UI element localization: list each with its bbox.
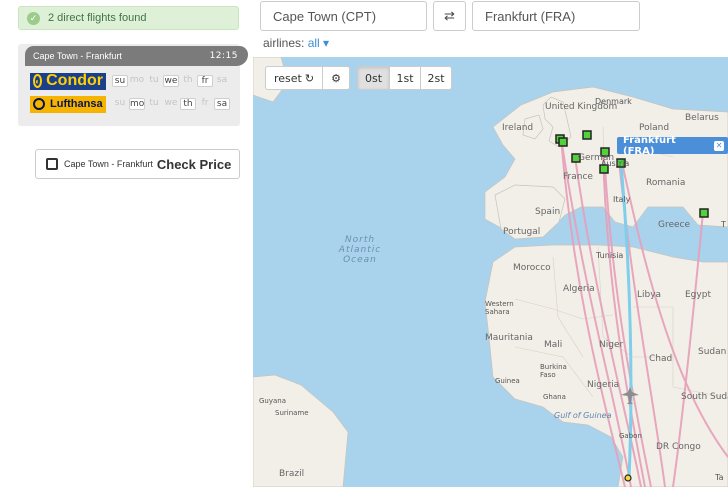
label-gulf-of-guinea: Gulf of Guinea bbox=[554, 411, 612, 420]
stops-2-button[interactable]: 2st bbox=[420, 66, 452, 90]
day-we: we bbox=[164, 98, 178, 108]
label-burkina-faso: Burkina Faso bbox=[540, 363, 567, 379]
label-egypt: Egypt bbox=[685, 290, 711, 300]
airlines-value: all bbox=[307, 36, 320, 50]
route-time: 12:15 bbox=[209, 51, 238, 61]
app-root: ✓ 2 direct flights found Cape Town - Fra… bbox=[0, 0, 728, 487]
destination-value: Frankfurt (FRA) bbox=[485, 8, 576, 24]
day-sa: sa bbox=[214, 98, 230, 110]
label-mauritania: Mauritania bbox=[485, 333, 533, 343]
airline-row-lufthansa: Lufthansa su mo tu we th fr sa bbox=[30, 95, 231, 113]
condor-days: su mo tu we th fr sa bbox=[112, 75, 231, 87]
label-dr-congo: DR Congo bbox=[656, 442, 701, 452]
label-poland: Poland bbox=[639, 123, 670, 133]
airlines-dropdown[interactable]: all ▾ bbox=[308, 36, 329, 50]
stops-2-label: 2st bbox=[427, 71, 445, 85]
route-title: Cape Town - Frankfurt bbox=[33, 51, 122, 61]
day-fr: fr bbox=[197, 75, 213, 87]
label-south-sudan: South Sudan bbox=[681, 392, 728, 402]
label-nigeria: Nigeria bbox=[587, 380, 620, 390]
airlines-filter: airlines: all ▾ bbox=[263, 36, 329, 50]
reset-label: reset bbox=[273, 71, 302, 85]
label-t-edge: T bbox=[721, 220, 726, 229]
destination-field[interactable]: Frankfurt (FRA) bbox=[472, 1, 640, 31]
label-north-atlantic-ocean: North Atlantic Ocean bbox=[338, 235, 382, 265]
airline-row-condor: ◐ Condor su mo tu we th fr sa bbox=[30, 72, 231, 90]
check-price-label: Check Price bbox=[156, 156, 232, 172]
flights-found-text: 2 direct flights found bbox=[48, 12, 147, 24]
label-niger: Niger bbox=[599, 340, 624, 350]
condor-mark-icon: ◐ bbox=[33, 74, 43, 88]
check-price-button[interactable]: Cape Town - Frankfurt Check Price bbox=[35, 149, 240, 179]
stops-0-label: 0st bbox=[364, 71, 383, 85]
label-austria: Austria bbox=[601, 159, 630, 168]
day-tu: tu bbox=[149, 98, 159, 108]
label-gabon: Gabon bbox=[619, 432, 642, 440]
day-sa: sa bbox=[216, 75, 228, 85]
check-price-route: Cape Town - Frankfurt bbox=[64, 159, 153, 169]
map-controls: reset ↻ ⚙ 0st 1st 2st bbox=[265, 66, 452, 90]
swap-button[interactable]: ⇄ bbox=[433, 1, 466, 31]
label-suriname: Suriname bbox=[275, 409, 309, 417]
airport-tooltip[interactable]: Frankfurt (FRA) ✕ bbox=[617, 134, 728, 157]
label-spain: Spain bbox=[535, 207, 561, 217]
tooltip-label: Frankfurt (FRA) bbox=[623, 134, 676, 157]
label-italy: Italy bbox=[613, 195, 631, 204]
day-tu: tu bbox=[149, 75, 159, 85]
map-canvas bbox=[253, 57, 728, 487]
airlines-label: airlines: bbox=[263, 36, 305, 50]
origin-field[interactable]: Cape Town (CPT) bbox=[260, 1, 427, 31]
label-france: France bbox=[563, 172, 593, 182]
lufthansa-logo: Lufthansa bbox=[30, 95, 106, 113]
label-western-sahara: Western Sahara bbox=[485, 300, 514, 316]
day-th: th bbox=[180, 98, 196, 110]
label-brazil: Brazil bbox=[279, 469, 305, 479]
label-romania: Romania bbox=[646, 178, 686, 188]
day-we: we bbox=[163, 75, 179, 87]
lufthansa-crane-icon bbox=[33, 98, 45, 110]
stops-1-button[interactable]: 1st bbox=[389, 66, 421, 90]
label-algeria: Algeria bbox=[563, 284, 595, 294]
reset-button[interactable]: reset ↻ bbox=[265, 66, 323, 90]
label-tunisia: Tunisia bbox=[596, 251, 624, 260]
day-su: su bbox=[112, 75, 128, 87]
stops-1-label: 1st bbox=[396, 71, 414, 85]
label-libya: Libya bbox=[637, 290, 662, 300]
label-mali: Mali bbox=[544, 340, 563, 350]
check-icon: ✓ bbox=[27, 11, 40, 25]
label-denmark: Denmark bbox=[595, 97, 632, 106]
label-belarus: Belarus bbox=[685, 113, 719, 123]
stops-0-button[interactable]: 0st bbox=[357, 66, 390, 90]
label-chad: Chad bbox=[649, 354, 673, 364]
route-map[interactable]: United Kingdom Ireland Denmark Poland Be… bbox=[253, 57, 728, 487]
label-morocco: Morocco bbox=[513, 263, 551, 273]
condor-logo: ◐ Condor bbox=[30, 72, 106, 90]
flights-found-banner: ✓ 2 direct flights found bbox=[18, 6, 239, 30]
label-guyana: Guyana bbox=[259, 397, 287, 405]
day-fr: fr bbox=[201, 98, 209, 108]
lufthansa-logo-text: Lufthansa bbox=[50, 98, 103, 110]
day-mo: mo bbox=[129, 98, 145, 110]
label-guinea: Guinea bbox=[495, 377, 520, 385]
day-su: su bbox=[114, 98, 126, 108]
close-icon[interactable]: ✕ bbox=[714, 140, 724, 151]
label-sudan: Sudan bbox=[698, 347, 727, 357]
swap-icon: ⇄ bbox=[444, 8, 455, 23]
settings-button[interactable]: ⚙ bbox=[322, 66, 350, 90]
day-mo: mo bbox=[129, 75, 145, 85]
condor-logo-text: Condor bbox=[46, 72, 103, 89]
label-portugal: Portugal bbox=[503, 227, 541, 237]
label-ta-edge: Ta bbox=[715, 473, 724, 482]
route-card[interactable]: Cape Town - Frankfurt 12:15 ◐ Condor su … bbox=[18, 44, 248, 126]
gear-icon: ⚙ bbox=[331, 71, 341, 85]
refresh-icon: ↻ bbox=[304, 71, 315, 85]
route-card-header: Cape Town - Frankfurt 12:15 bbox=[25, 46, 248, 66]
label-ghana: Ghana bbox=[543, 393, 566, 401]
lufthansa-days: su mo tu we th fr sa bbox=[112, 98, 231, 110]
label-ireland: Ireland bbox=[502, 123, 534, 133]
day-th: th bbox=[183, 75, 193, 85]
origin-value: Cape Town (CPT) bbox=[273, 8, 377, 24]
external-link-icon bbox=[46, 158, 58, 170]
label-greece: Greece bbox=[658, 220, 691, 230]
